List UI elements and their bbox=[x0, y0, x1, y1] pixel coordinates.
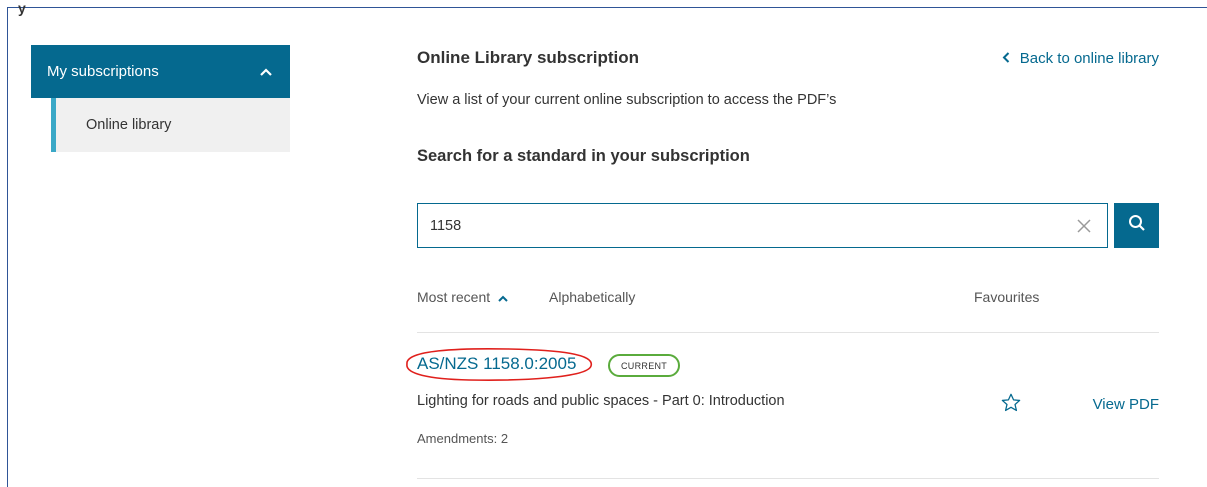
divider bbox=[417, 332, 1159, 333]
title-row: Online Library subscription Back to onli… bbox=[417, 45, 1159, 71]
sort-most-recent-label: Most recent bbox=[417, 289, 491, 305]
page-subtitle: View a list of your current online subsc… bbox=[417, 92, 837, 108]
amendments-info: Amendments: 2 bbox=[417, 431, 508, 446]
amendments-label: Amendments: bbox=[417, 431, 498, 446]
standard-description: Lighting for roads and public spaces - P… bbox=[417, 393, 785, 409]
result-item: AS/NZS 1158.0:2005 CURRENT Lighting for … bbox=[406, 348, 1159, 462]
search-heading: Search for a standard in your subscripti… bbox=[417, 147, 750, 165]
search-input[interactable] bbox=[430, 217, 1073, 234]
sort-alphabetically[interactable]: Alphabetically bbox=[549, 289, 635, 305]
back-link-label: Back to online library bbox=[1019, 49, 1159, 67]
search-button[interactable] bbox=[1114, 203, 1159, 248]
main-content: Online Library subscription Back to onli… bbox=[406, 45, 1159, 479]
page-title: Online Library subscription bbox=[417, 48, 639, 67]
view-pdf-link[interactable]: View PDF bbox=[1093, 396, 1159, 413]
chevron-up-icon[interactable] bbox=[258, 64, 274, 80]
sidebar: My subscriptions Online library bbox=[31, 45, 290, 152]
status-badge: CURRENT bbox=[608, 354, 681, 377]
standard-code-link[interactable]: AS/NZS 1158.0:2005 bbox=[417, 354, 576, 374]
search-input-wrapper bbox=[417, 203, 1108, 248]
corner-mark: y bbox=[18, 0, 26, 16]
back-to-library-link[interactable]: Back to online library bbox=[1002, 50, 1159, 67]
close-icon[interactable] bbox=[1073, 215, 1095, 237]
star-outline-icon[interactable] bbox=[1000, 392, 1022, 414]
search-bar bbox=[417, 203, 1159, 248]
sidebar-section-my-subscriptions[interactable]: My subscriptions bbox=[31, 45, 290, 98]
chevron-left-icon bbox=[1002, 51, 1010, 66]
search-icon bbox=[1128, 214, 1146, 237]
sort-favourites[interactable]: Favourites bbox=[974, 289, 1039, 305]
sort-options: Most recent Alphabetically Favourites bbox=[417, 289, 1159, 311]
amendments-count: 2 bbox=[500, 431, 509, 446]
sidebar-section-label: My subscriptions bbox=[47, 63, 159, 80]
divider bbox=[417, 478, 1159, 479]
sort-most-recent[interactable]: Most recent bbox=[417, 289, 508, 305]
sidebar-item-online-library[interactable]: Online library bbox=[51, 98, 290, 152]
sidebar-item-label: Online library bbox=[86, 117, 172, 133]
chevron-up-icon bbox=[498, 289, 508, 305]
